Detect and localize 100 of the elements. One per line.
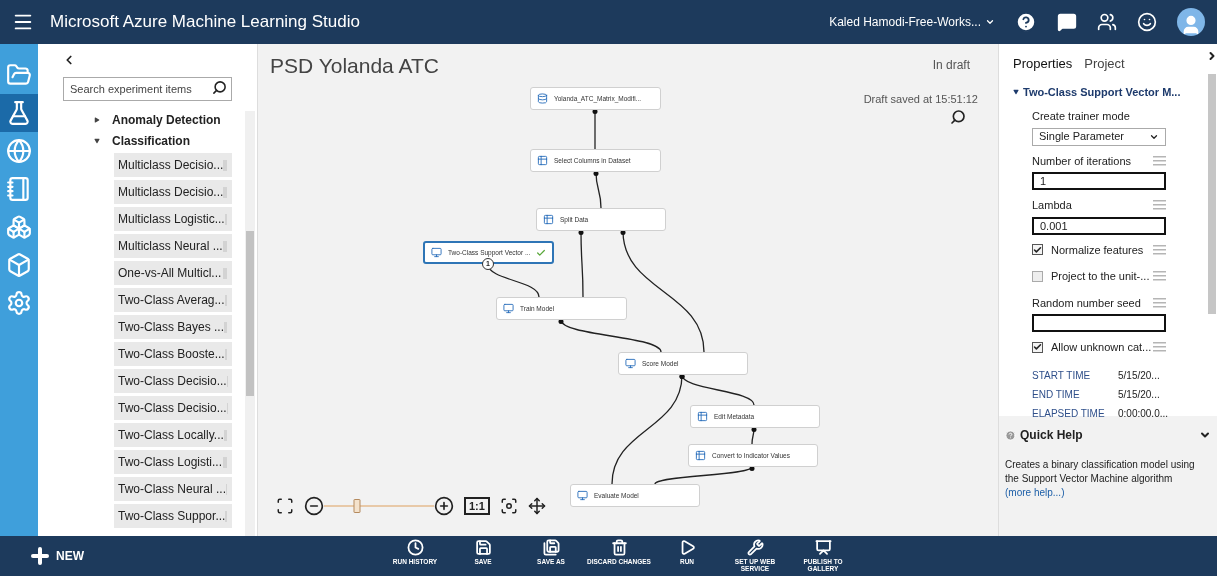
checkbox[interactable] <box>1032 270 1043 282</box>
drag-handle-icon[interactable] <box>1153 244 1166 255</box>
expander-triangle-icon <box>1013 88 1019 95</box>
scrollbar[interactable] <box>1208 74 1216 314</box>
globe-icon <box>6 138 32 164</box>
help-icon <box>1005 429 1016 441</box>
draft-status: In draft <box>932 57 970 74</box>
cube-icon <box>6 252 32 278</box>
smiley-icon[interactable] <box>1137 12 1157 32</box>
module-item[interactable]: Multiclass Logistic... <box>114 207 232 231</box>
folder-icon <box>6 62 32 88</box>
experiment-title: PSD Yolanda ATC <box>270 53 439 79</box>
table-icon <box>543 214 554 225</box>
more-help-link[interactable]: (more help...) <box>1005 487 1065 498</box>
panel-tab[interactable]: Properties <box>1013 54 1073 74</box>
panel-tab[interactable]: Project <box>1084 54 1125 74</box>
connector-line <box>578 230 584 298</box>
people-icon[interactable] <box>1097 12 1117 32</box>
input-field[interactable]: 0.001 <box>1032 216 1166 235</box>
connector-line <box>592 109 598 150</box>
table-icon <box>695 450 706 461</box>
clock-icon <box>406 539 424 556</box>
drag-handle-icon[interactable] <box>1153 297 1166 308</box>
info-value: 5/15/20... <box>1118 368 1160 383</box>
checkbox[interactable] <box>1032 341 1043 353</box>
field-label: Create trainer mode <box>1032 109 1131 124</box>
save-icon <box>474 539 492 556</box>
module-item[interactable]: Two-Class Decisio... <box>114 369 232 393</box>
chat-icon[interactable] <box>1057 12 1077 32</box>
actual-size-button[interactable]: 1:1 <box>464 497 490 515</box>
module-item[interactable]: Two-Class Booste... <box>114 342 232 366</box>
flask-icon <box>6 100 32 126</box>
quick-help-text: Creates a binary classification model using the Support Vector Machine algorithm (more help...) <box>1005 458 1196 500</box>
info-label: ELAPSED TIME <box>1032 406 1106 421</box>
module-item[interactable]: Two-Class Bayes ... <box>114 315 232 339</box>
nav-rail-item[interactable] <box>0 94 38 132</box>
new-button[interactable]: NEW <box>28 544 84 568</box>
checkbox-label: Project to the unit-... <box>1051 269 1150 284</box>
search-icon[interactable] <box>950 109 966 125</box>
connector-line <box>593 171 602 209</box>
quick-help-title: Quick Help <box>1020 427 1083 444</box>
module-item[interactable]: Multiclass Neural ... <box>114 234 232 258</box>
monitor-icon <box>625 358 636 369</box>
plus-icon <box>28 544 52 568</box>
drag-handle-icon[interactable] <box>1153 200 1166 211</box>
workspace-switcher[interactable]: Kaled Hamodi-Free-Works... <box>829 13 995 31</box>
monitor-icon <box>431 247 442 258</box>
checkbox-label: Allow unknown cat... <box>1051 340 1152 355</box>
info-label: START TIME <box>1032 368 1092 383</box>
settings-icon <box>6 290 32 316</box>
checkbox[interactable] <box>1032 244 1043 256</box>
field-label: Random number seed <box>1032 295 1141 311</box>
info-value: 0:00:00.0... <box>1118 406 1169 421</box>
zoom-in-icon[interactable] <box>434 496 454 516</box>
search-icon[interactable] <box>212 80 227 95</box>
module-item[interactable]: Two-Class Neural ... <box>114 477 232 501</box>
notebook-icon <box>6 176 32 202</box>
app-title: Microsoft Azure Machine Learning Studio <box>50 11 360 34</box>
info-label: END TIME <box>1032 387 1081 402</box>
module-item[interactable]: Two-Class Decisio... <box>114 396 232 420</box>
drag-handle-icon[interactable] <box>1153 271 1166 282</box>
module-item[interactable]: Two-Class Averag... <box>114 288 232 312</box>
expander-triangle-icon <box>94 117 100 123</box>
module-item[interactable]: Two-Class Locally... <box>114 423 232 447</box>
boxes-icon <box>6 214 32 240</box>
zoom-slider-thumb[interactable] <box>353 499 361 513</box>
monitor-icon <box>503 303 514 314</box>
wrench-icon <box>746 539 764 556</box>
tree-item[interactable]: Anomaly Detection <box>94 111 245 129</box>
module-item[interactable]: One-vs-All Multicl... <box>114 261 232 285</box>
database-icon <box>537 93 548 104</box>
help-icon[interactable] <box>1015 11 1037 33</box>
input-field[interactable] <box>1032 314 1166 332</box>
trash-icon <box>610 539 628 556</box>
info-value: 5/15/20... <box>1118 387 1160 402</box>
table-icon <box>537 155 548 166</box>
save-status: Draft saved at 15:51:12 <box>863 92 978 107</box>
avatar[interactable] <box>1177 8 1205 36</box>
search-field[interactable]: Search experiment items <box>63 77 232 101</box>
trainer-mode-select[interactable]: Single Parameter <box>1032 127 1166 146</box>
input-field[interactable]: 1 <box>1032 172 1166 190</box>
module-section-header[interactable]: Two-Class Support Vector M... <box>1013 83 1207 100</box>
zoom-slider[interactable] <box>324 498 434 514</box>
tree-item[interactable]: Classification <box>94 132 245 150</box>
drag-handle-icon[interactable] <box>1153 342 1166 353</box>
scrollbar[interactable] <box>245 111 255 536</box>
module-item[interactable]: Two-Class Suppor... <box>114 504 232 528</box>
module-item[interactable]: Multiclass Decisio... <box>114 153 232 177</box>
module-item[interactable]: Multiclass Decisio... <box>114 180 232 204</box>
module-item[interactable]: Two-Class Logisti... <box>114 450 232 474</box>
save-icon <box>542 539 560 556</box>
fit-to-screen-icon[interactable] <box>276 497 294 515</box>
field-label: Number of iterations <box>1032 153 1132 169</box>
center-icon[interactable] <box>499 497 518 515</box>
checkbox-label: Normalize features <box>1051 242 1144 258</box>
drag-handle-icon[interactable] <box>1153 155 1166 166</box>
pan-icon[interactable] <box>527 497 546 515</box>
expander-triangle-icon <box>94 138 100 144</box>
table-icon <box>697 411 708 422</box>
zoom-out-icon[interactable] <box>304 496 324 516</box>
